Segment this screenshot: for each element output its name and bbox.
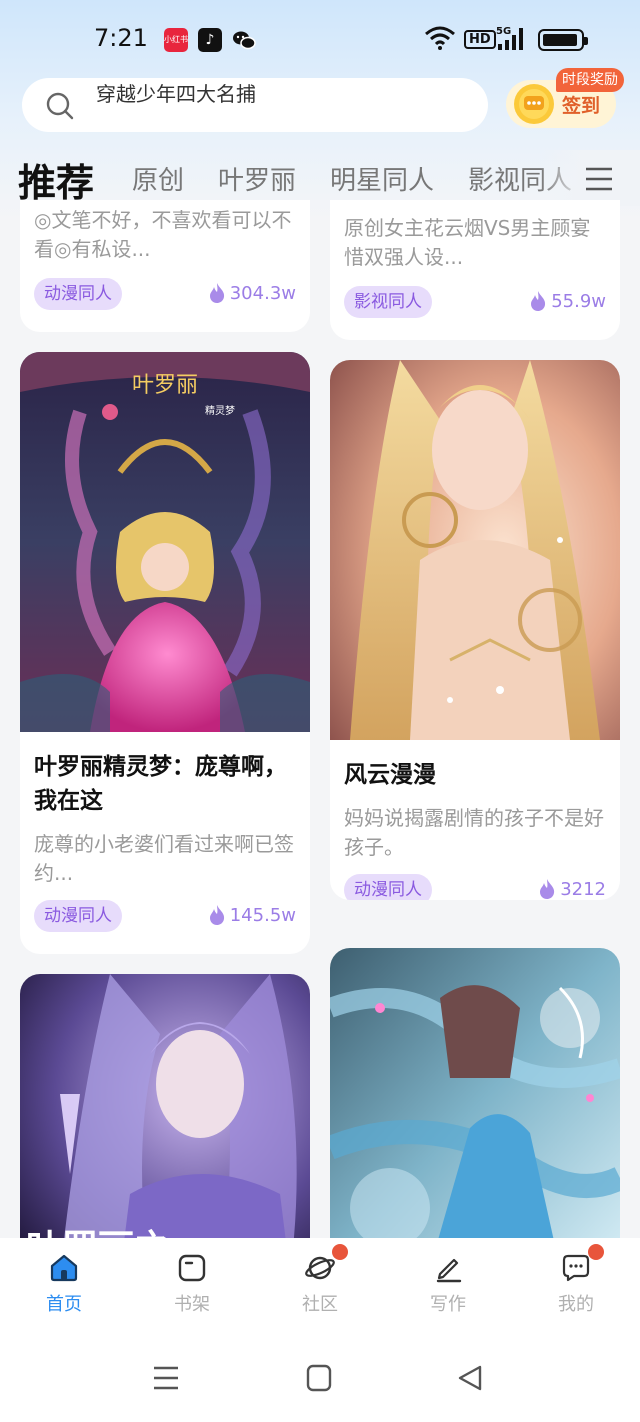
book-feed: ◎文笔不好，不喜欢看可以不看◎有私设... 动漫同人 304.3w 原创女主花云… (0, 200, 640, 1238)
nav-label: 首页 (46, 1294, 82, 1315)
heat-value: 145.5w (229, 904, 296, 926)
douyin-icon: ♪ (198, 28, 222, 52)
cover-title-text: 叶罗丽之 (26, 1227, 170, 1238)
tab-original[interactable]: 原创 (132, 160, 184, 197)
tab-yeluoli[interactable]: 叶罗丽 (218, 160, 296, 197)
heat-count: 3212 (538, 878, 606, 900)
bottom-navigation: 首页 书架 社区 写作 我的 (0, 1238, 640, 1334)
heat-count: 145.5w (208, 904, 296, 926)
search-bar[interactable]: 穿越少年四大名捕 (22, 78, 488, 132)
tab-celebrity-fanfic[interactable]: 明星同人 (330, 160, 434, 197)
flame-icon (209, 905, 224, 925)
home-button-icon[interactable] (306, 1364, 332, 1392)
nav-profile[interactable]: 我的 (536, 1244, 616, 1316)
tab-recommend[interactable]: 推荐 (18, 152, 94, 207)
book-cover-image (330, 360, 620, 740)
chat-bubble-icon (562, 1254, 590, 1282)
heat-value: 3212 (560, 878, 606, 900)
nav-label: 写作 (430, 1294, 466, 1315)
planet-icon (305, 1256, 335, 1280)
heat-count: 55.9w (529, 290, 606, 312)
book-card[interactable]: ◎文笔不好，不喜欢看可以不看◎有私设... 动漫同人 304.3w (20, 200, 310, 332)
status-bar: 7:21 小红书 ♪ HD 5G (0, 0, 640, 80)
notification-dot (332, 1244, 348, 1260)
recent-apps-icon[interactable] (152, 1364, 180, 1392)
nav-community[interactable]: 社区 (280, 1244, 360, 1316)
xiaohongshu-icon: 小红书 (164, 28, 188, 52)
book-card[interactable] (330, 948, 620, 1238)
flame-icon (540, 879, 555, 899)
book-tag[interactable]: 动漫同人 (34, 278, 122, 310)
checkin-label: 签到 (562, 95, 601, 117)
book-card[interactable]: 风云漫漫 妈妈说揭露剧情的孩子不是好孩子。 动漫同人 3212 (330, 360, 620, 900)
system-navigation-bar (0, 1334, 640, 1422)
book-card[interactable]: 叶罗丽之 (20, 974, 310, 1238)
book-title: 风云漫漫 (344, 762, 436, 788)
book-card[interactable]: 叶罗丽 精灵梦 叶罗丽精灵梦：庞尊啊，我在这 庞尊的小老婆们看过来啊已签约...… (20, 352, 310, 954)
nav-bookshelf[interactable]: 书架 (152, 1252, 232, 1316)
reward-badge: 时段奖励 (556, 68, 624, 92)
book-tag[interactable]: 动漫同人 (344, 874, 432, 900)
status-time: 7:21 (94, 24, 148, 52)
back-icon[interactable] (456, 1364, 484, 1392)
cover-subtitle-text: 精灵梦 (205, 404, 235, 417)
book-tag[interactable]: 动漫同人 (34, 900, 122, 932)
nav-label: 我的 (558, 1294, 594, 1315)
book-cover-image: 叶罗丽之 (20, 974, 310, 1238)
book-tag[interactable]: 影视同人 (344, 286, 432, 318)
book-title: 叶罗丽精灵梦：庞尊啊，我在这 (34, 754, 287, 814)
book-card[interactable]: 原创女主花云烟VS男主顾宴惜双强人设... 影视同人 55.9w (330, 200, 620, 340)
flame-icon (209, 283, 224, 303)
hamburger-menu-icon[interactable] (584, 166, 614, 192)
book-description: ◎文笔不好，不喜欢看可以不看◎有私设... (34, 208, 292, 261)
book-description: 庞尊的小老婆们看过来啊已签约... (34, 832, 294, 885)
heat-value: 304.3w (229, 282, 296, 304)
nav-label: 书架 (174, 1294, 210, 1315)
flame-icon (531, 291, 546, 311)
coin-chat-icon (514, 84, 554, 124)
bookshelf-icon (178, 1254, 206, 1282)
category-tabs: 推荐 原创 叶罗丽 明星同人 影视同人 (0, 150, 640, 206)
heat-count: 304.3w (208, 282, 296, 304)
book-description: 原创女主花云烟VS男主顾宴惜双强人设... (344, 216, 591, 269)
svg-text:5G: 5G (496, 26, 511, 37)
cover-title-text: 叶罗丽 (132, 373, 198, 398)
wechat-icon (232, 28, 256, 52)
book-description: 妈妈说揭露剧情的孩子不是好孩子。 (344, 806, 604, 859)
heat-value: 55.9w (551, 290, 606, 312)
nav-write[interactable]: 写作 (408, 1252, 488, 1316)
nav-home[interactable]: 首页 (24, 1252, 104, 1316)
book-cover-image (330, 948, 620, 1238)
pen-icon (436, 1258, 462, 1283)
book-cover-image: 叶罗丽 精灵梦 (20, 352, 310, 732)
signal-icon: 5G (496, 26, 523, 50)
search-icon (46, 92, 74, 120)
nav-label: 社区 (302, 1294, 338, 1315)
search-query: 穿越少年四大名捕 (96, 82, 256, 106)
battery-icon (538, 29, 588, 51)
notification-dot (588, 1244, 604, 1260)
hd-indicator: HD (464, 30, 496, 49)
home-icon (50, 1254, 78, 1282)
wifi-icon (425, 26, 455, 50)
